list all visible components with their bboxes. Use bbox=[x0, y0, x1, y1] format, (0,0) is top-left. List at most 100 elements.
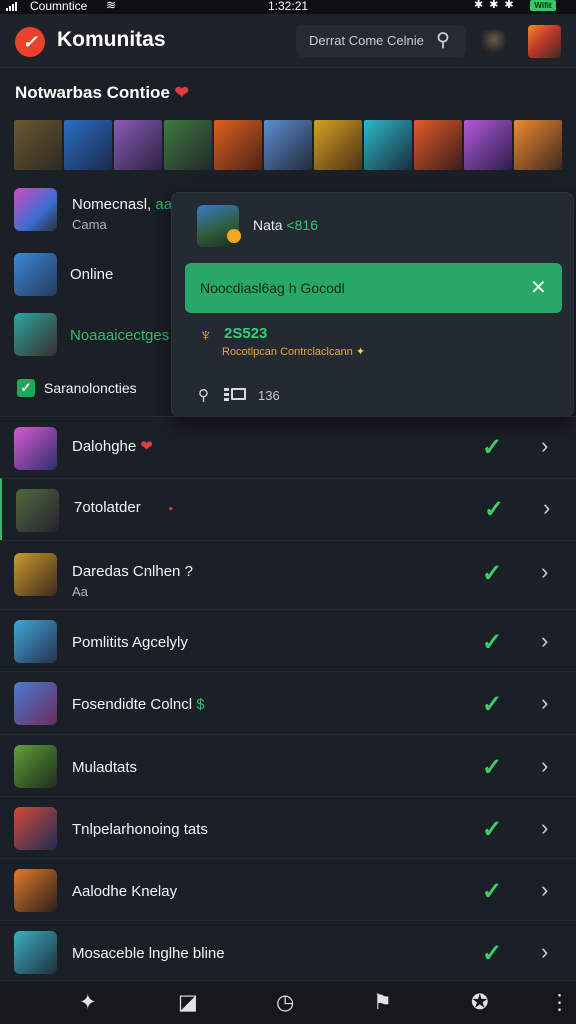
chevron-right-icon[interactable]: › bbox=[541, 433, 548, 459]
chevron-right-icon[interactable]: › bbox=[541, 939, 548, 965]
app-title: Komunitas bbox=[57, 28, 166, 51]
chevron-right-icon[interactable]: › bbox=[541, 559, 548, 585]
section-title-text: Notwarbas Contioe bbox=[15, 83, 170, 102]
popup-description: Rocotlpcan Contrclaclcann ✦ bbox=[222, 345, 365, 358]
community-name[interactable]: Nomecnasl, aas bbox=[72, 196, 180, 213]
community-avatar[interactable] bbox=[14, 188, 57, 231]
check-icon[interactable]: ✓ bbox=[482, 753, 502, 782]
row-title-text: 7otolatder bbox=[74, 499, 141, 516]
banner-tile bbox=[414, 120, 462, 170]
badge-icon bbox=[227, 229, 241, 243]
row-title: Dalohghe ❤ bbox=[72, 437, 153, 455]
check-icon[interactable]: ✓ bbox=[484, 495, 504, 524]
timer-icon[interactable]: ◷ bbox=[276, 990, 294, 1015]
row-avatar bbox=[14, 620, 57, 663]
row-avatar bbox=[14, 427, 57, 470]
chevron-right-icon[interactable]: › bbox=[541, 877, 548, 903]
avatar[interactable] bbox=[482, 30, 506, 54]
profile-avatar[interactable] bbox=[528, 25, 561, 58]
logo-icon[interactable]: ✓ bbox=[15, 27, 45, 57]
app-header: ✓ Komunitas Derrat Come Celnie ⚲ bbox=[0, 14, 576, 68]
row-subtitle: Aa bbox=[72, 584, 88, 599]
check-icon[interactable]: ✓ bbox=[482, 690, 502, 719]
row-title: Daredas Cnlhen ? bbox=[72, 563, 193, 580]
list-item[interactable]: 7otolatder ▪ ✓ › bbox=[0, 478, 576, 540]
bookmark-icon[interactable]: ⚑ bbox=[373, 990, 392, 1015]
popup-description-text: Rocotlpcan Contrclaclcann bbox=[222, 346, 353, 358]
list-item[interactable]: Mosaceble lnglhe bline ✓ › bbox=[0, 920, 576, 982]
search-icon[interactable]: ⚲ bbox=[436, 29, 450, 52]
edit-icon[interactable]: ◪ bbox=[178, 990, 198, 1015]
popup-name-accent: <816 bbox=[286, 217, 319, 233]
checkbox-icon[interactable]: ✓ bbox=[17, 379, 35, 397]
check-icon[interactable]: ✓ bbox=[482, 559, 502, 588]
row-title: Tnlpelarhonoing tats bbox=[72, 821, 208, 838]
more-icon[interactable]: ⋮ bbox=[549, 990, 570, 1015]
banner-tile bbox=[264, 120, 312, 170]
check-icon[interactable]: ✓ bbox=[482, 433, 502, 462]
battery-icon: Wifit bbox=[530, 0, 556, 11]
heart-icon: ❤ bbox=[174, 83, 189, 102]
banner-tile bbox=[114, 120, 162, 170]
row-title: Muladtats bbox=[72, 759, 138, 776]
notification-popup: Nata <816 Noocdiasl6ag h Gocodl ✕ ♆ 2S52… bbox=[171, 192, 574, 417]
signal-icon bbox=[6, 1, 17, 11]
star-icon: ✦ bbox=[355, 346, 366, 358]
close-icon[interactable]: ✕ bbox=[530, 275, 547, 300]
row-avatar bbox=[16, 489, 59, 532]
check-icon[interactable]: ✓ bbox=[482, 877, 502, 906]
list-item[interactable]: Tnlpelarhonoing tats ✓ › bbox=[0, 796, 576, 858]
chevron-right-icon[interactable]: › bbox=[541, 690, 548, 716]
checkbox-label[interactable]: Saranoloncties bbox=[44, 380, 137, 396]
check-icon[interactable]: ✓ bbox=[482, 815, 502, 844]
bottom-navigation: ✦ ◪ ◷ ⚑ ✪ ⋮ bbox=[0, 980, 576, 1024]
online-avatar[interactable] bbox=[14, 253, 57, 296]
online-label[interactable]: Online bbox=[70, 266, 113, 283]
banner-tile bbox=[514, 120, 562, 170]
chevron-right-icon[interactable]: › bbox=[541, 815, 548, 841]
group-label[interactable]: Noaaaicectges bbox=[70, 327, 169, 344]
row-avatar bbox=[14, 553, 57, 596]
list-item[interactable]: Muladtats ✓ › bbox=[0, 734, 576, 796]
score-value: 2S523 bbox=[224, 325, 268, 342]
list-icon[interactable] bbox=[224, 388, 246, 401]
banner-tile bbox=[164, 120, 212, 170]
popup-name-text: Nata bbox=[253, 217, 283, 233]
chevron-right-icon[interactable]: › bbox=[541, 628, 548, 654]
section-title: Notwarbas Contioe ❤ bbox=[15, 83, 189, 103]
banner-tile bbox=[64, 120, 112, 170]
search-input[interactable]: Derrat Come Celnie ⚲ bbox=[296, 25, 466, 57]
user-avatar[interactable] bbox=[197, 205, 241, 247]
banner-tile bbox=[14, 120, 62, 170]
row-avatar bbox=[14, 682, 57, 725]
badge-check-icon[interactable]: ✪ bbox=[471, 990, 489, 1015]
chevron-right-icon[interactable]: › bbox=[543, 495, 550, 521]
row-title: Aalodhe Knelay bbox=[72, 883, 178, 900]
row-title-text: Dalohghe bbox=[72, 438, 137, 455]
sparkle-icon[interactable]: ✦ bbox=[79, 990, 97, 1015]
row-title: 7otolatder ▪ bbox=[74, 499, 173, 516]
search-icon[interactable]: ⚲ bbox=[198, 386, 209, 404]
banner-tile bbox=[314, 120, 362, 170]
banner-tile bbox=[214, 120, 262, 170]
row-title: Mosaceble lnglhe bline bbox=[72, 945, 225, 962]
community-sub: Cama bbox=[72, 217, 107, 232]
chevron-right-icon[interactable]: › bbox=[541, 753, 548, 779]
list-item[interactable]: Daredas Cnlhen ? Aa ✓ › bbox=[0, 540, 576, 609]
list-item[interactable]: Pomlitits Agcelyly ✓ › bbox=[0, 609, 576, 671]
check-icon[interactable]: ✓ bbox=[482, 939, 502, 968]
row-title-accent: $ bbox=[196, 696, 205, 713]
list-item[interactable]: Aalodhe Knelay ✓ › bbox=[0, 858, 576, 920]
trophy-icon: ♆ bbox=[199, 325, 213, 345]
banner-tile bbox=[464, 120, 512, 170]
character-banner[interactable] bbox=[14, 120, 562, 170]
carrier-label: Coumntice bbox=[30, 0, 88, 13]
notice-banner[interactable]: Noocdiasl6ag h Gocodl ✕ bbox=[185, 263, 562, 313]
list-item[interactable]: Fosendidte Colncl $ ✓ › bbox=[0, 671, 576, 733]
check-icon[interactable]: ✓ bbox=[482, 628, 502, 657]
community-name-text: Nomecnasl, bbox=[72, 196, 152, 213]
group-avatar[interactable] bbox=[14, 313, 57, 356]
row-avatar bbox=[14, 931, 57, 974]
notice-text: Noocdiasl6ag h Gocodl bbox=[200, 280, 345, 296]
list-item[interactable]: Dalohghe ❤ ✓ › bbox=[0, 416, 576, 478]
